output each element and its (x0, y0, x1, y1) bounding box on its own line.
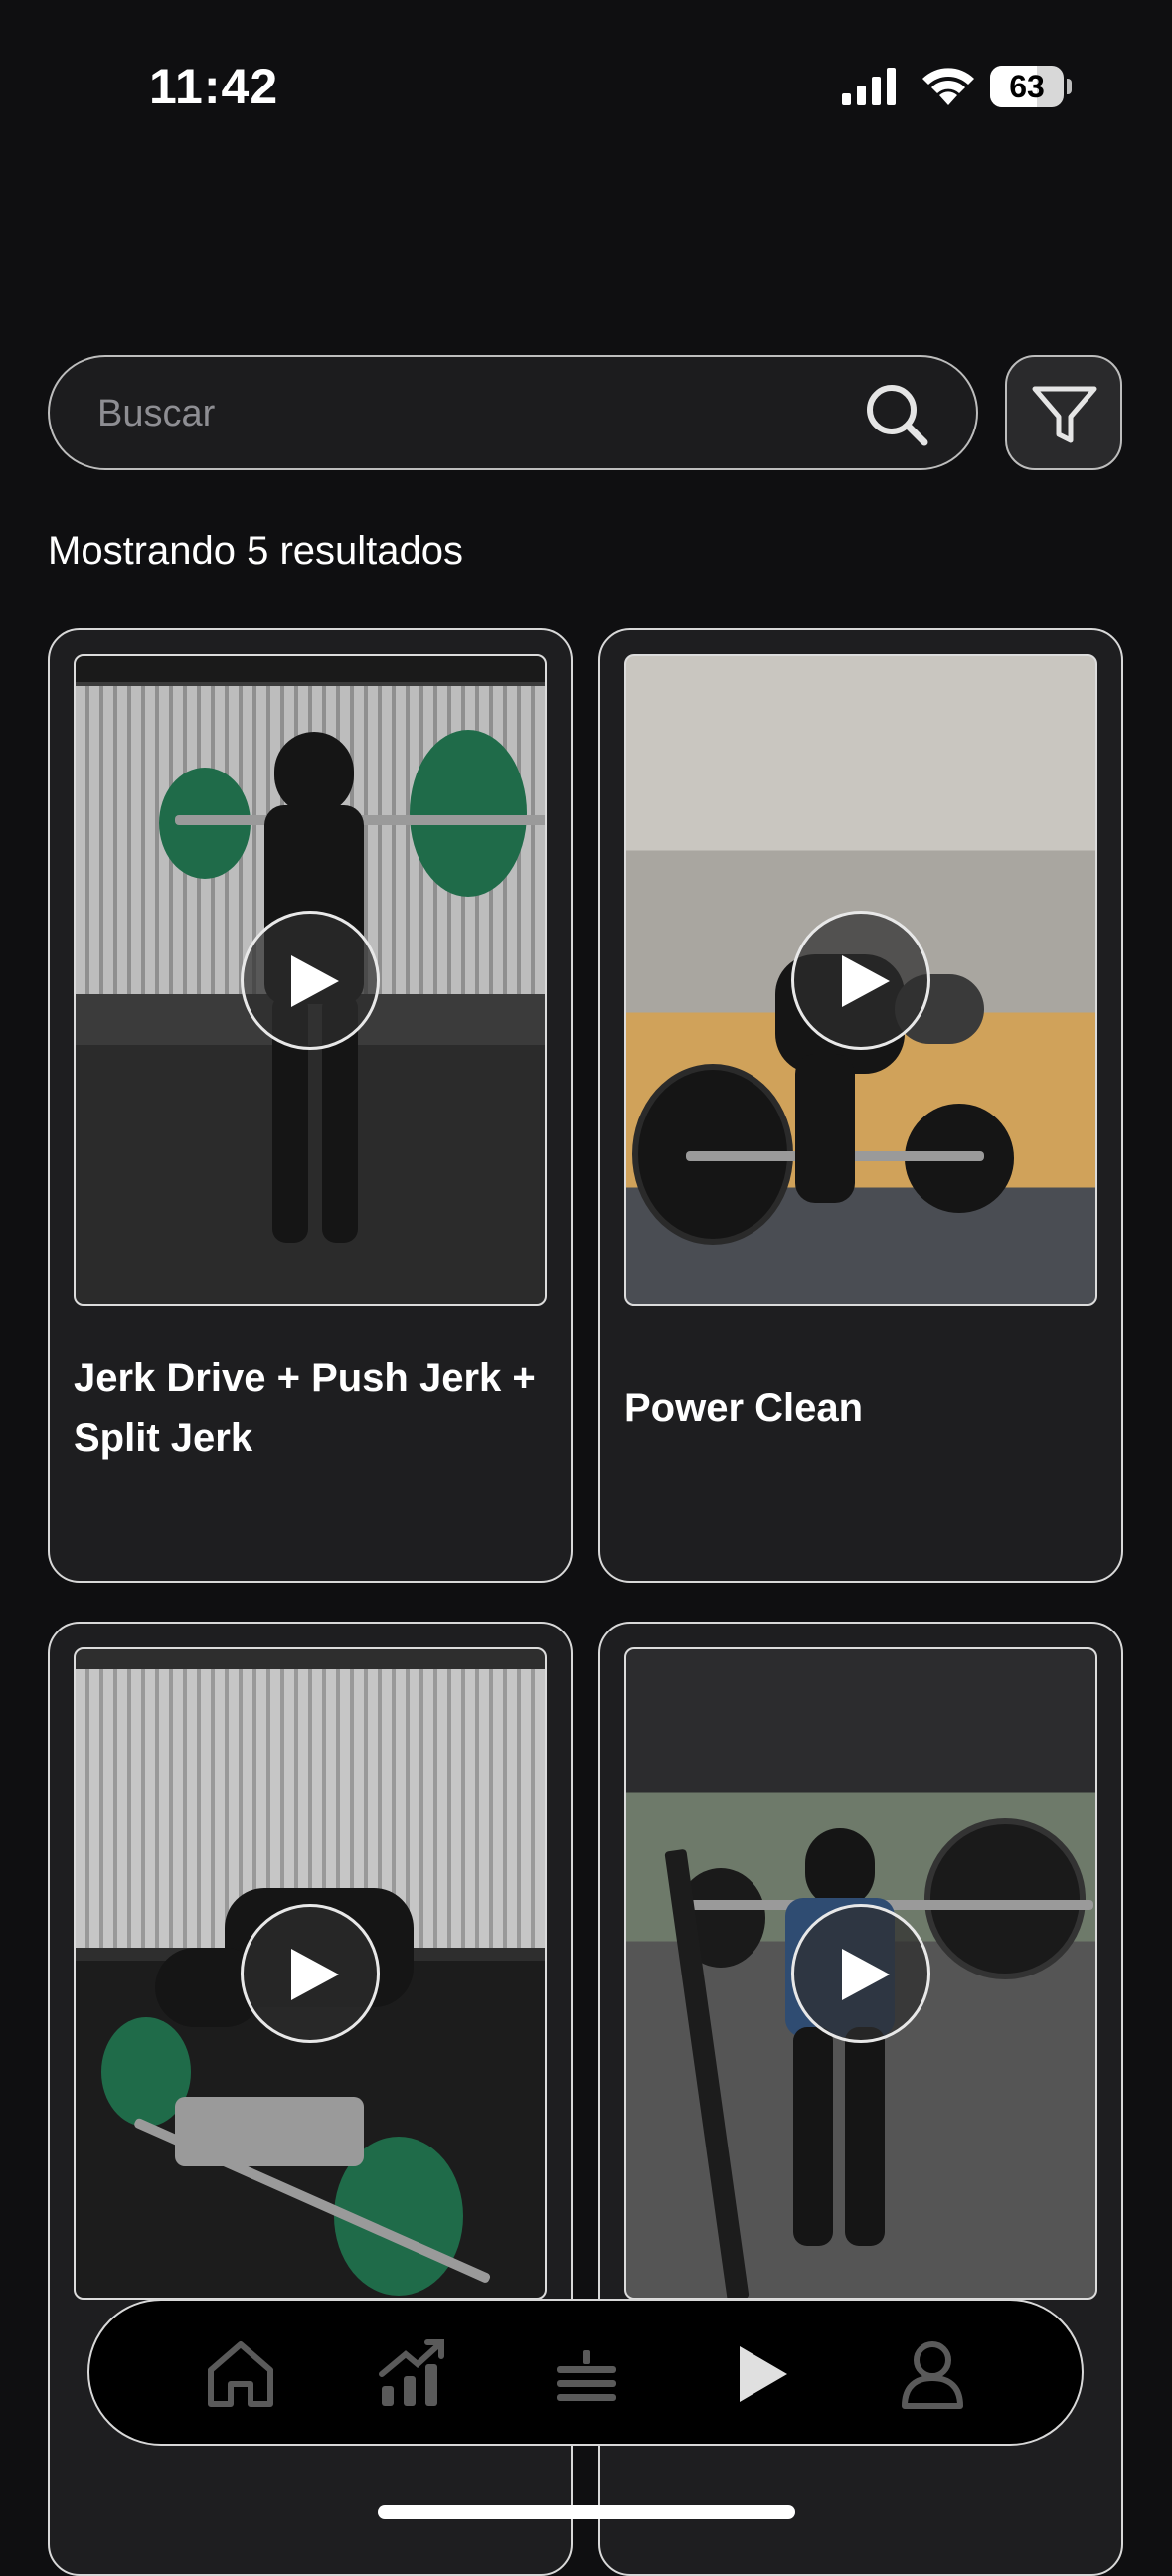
status-time: 11:42 (149, 59, 279, 114)
filter-button[interactable] (1005, 355, 1122, 470)
play-icon (291, 955, 339, 1007)
video-thumbnail[interactable] (74, 654, 547, 1306)
video-thumbnail[interactable] (624, 654, 1097, 1306)
cellular-signal-icon (842, 68, 896, 105)
search-bar[interactable] (48, 355, 978, 470)
results-count: Mostrando 5 resultados (48, 529, 464, 573)
home-icon[interactable] (201, 2334, 280, 2414)
profile-icon[interactable] (893, 2334, 972, 2414)
search-input[interactable] (95, 357, 855, 470)
play-icon[interactable] (722, 2334, 801, 2414)
progress-chart-icon[interactable] (372, 2334, 451, 2414)
video-thumbnail[interactable] (624, 1647, 1097, 2300)
play-button[interactable] (791, 1904, 930, 2043)
list-icon[interactable] (547, 2334, 626, 2414)
exercise-card[interactable]: Power Clean (598, 628, 1123, 1583)
exercise-card[interactable]: Jerk Drive + Push Jerk + Split Jerk (48, 628, 573, 1583)
exercise-title: Power Clean (624, 1386, 864, 1430)
tab-bar (87, 2299, 1084, 2446)
exercise-title: Jerk Drive + Push Jerk + Split Jerk (74, 1356, 536, 1460)
home-indicator[interactable] (378, 2505, 795, 2519)
wifi-icon (922, 68, 974, 105)
play-icon (291, 1949, 339, 2000)
play-button[interactable] (241, 1904, 380, 2043)
video-thumbnail[interactable] (74, 1647, 547, 2300)
play-button[interactable] (241, 911, 380, 1050)
filter-icon (1032, 386, 1097, 443)
play-icon (842, 955, 890, 1007)
search-icon[interactable] (861, 379, 932, 450)
battery-level: 63 (1009, 69, 1045, 104)
play-button[interactable] (791, 911, 930, 1050)
play-icon (842, 1949, 890, 2000)
battery-icon: 63 (990, 66, 1072, 107)
